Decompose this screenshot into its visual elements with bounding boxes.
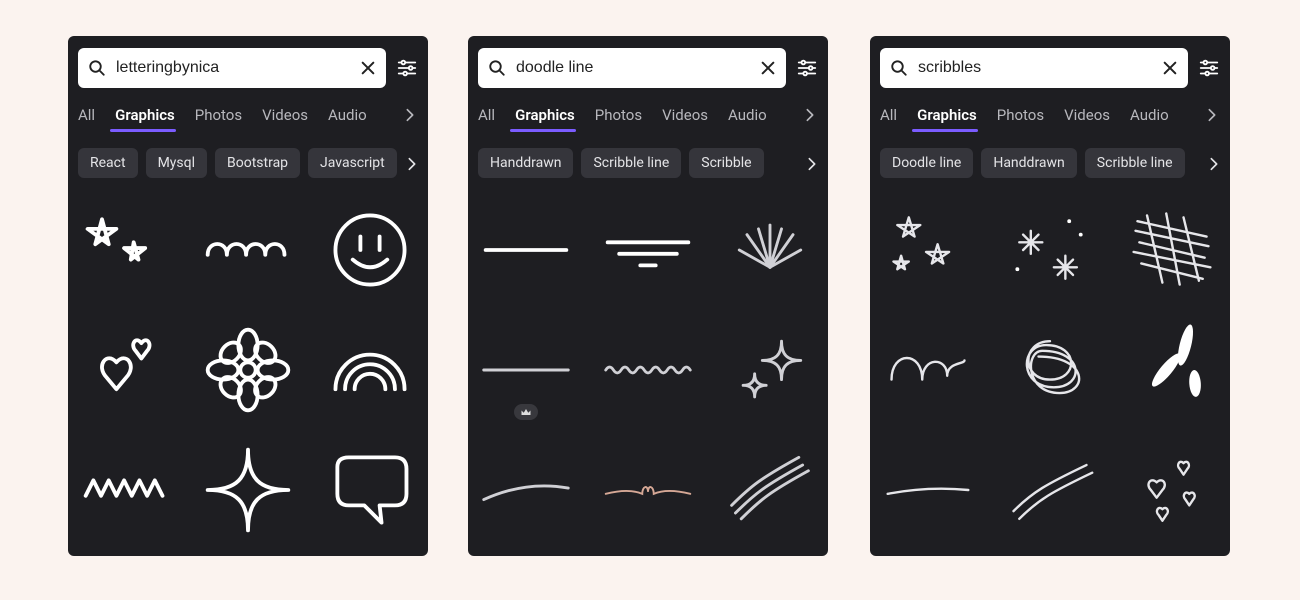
search-panel-1: All Graphics Photos Videos Audio React M…	[68, 36, 428, 556]
search-icon	[488, 59, 506, 77]
tab-graphics[interactable]: Graphics	[115, 106, 175, 124]
result-heart-line[interactable]	[600, 442, 696, 538]
tab-graphics[interactable]: Graphics	[917, 106, 977, 124]
chevron-right-icon[interactable]	[1204, 107, 1220, 123]
results-grid	[478, 202, 818, 538]
chevron-right-icon[interactable]	[802, 107, 818, 123]
result-wave-lines[interactable]	[722, 442, 818, 538]
result-loop-doodle[interactable]	[200, 202, 296, 298]
search-input[interactable]	[514, 58, 760, 78]
result-thin-line[interactable]	[478, 322, 574, 418]
suggestion-chips: React Mysql Bootstrap Javascript	[78, 148, 418, 178]
clear-icon[interactable]	[1162, 60, 1178, 76]
tab-videos[interactable]: Videos	[1064, 106, 1110, 124]
result-sketchy-stars[interactable]	[880, 202, 976, 298]
tab-all[interactable]: All	[478, 106, 495, 124]
search-input[interactable]	[916, 58, 1162, 78]
tab-audio[interactable]: Audio	[728, 106, 767, 124]
search-panel-2: All Graphics Photos Videos Audio Handdra…	[468, 36, 828, 556]
result-squiggle-line[interactable]	[600, 322, 696, 418]
chip[interactable]: Bootstrap	[215, 148, 300, 178]
tab-videos[interactable]: Videos	[662, 106, 708, 124]
filter-button[interactable]	[396, 57, 418, 79]
search-input[interactable]	[114, 58, 360, 78]
tab-photos[interactable]: Photos	[595, 106, 642, 124]
result-hatch-scribble[interactable]	[1124, 202, 1220, 298]
clear-icon[interactable]	[360, 60, 376, 76]
tab-audio[interactable]: Audio	[1130, 106, 1169, 124]
chip[interactable]: React	[78, 148, 138, 178]
category-tabs: All Graphics Photos Videos Audio	[78, 106, 418, 124]
result-sparkle-stars[interactable]	[722, 322, 818, 418]
result-flower-doodle[interactable]	[200, 322, 296, 418]
result-curly-loop[interactable]	[880, 322, 976, 418]
result-tangle-ball[interactable]	[1002, 322, 1098, 418]
chip[interactable]: Handdrawn	[981, 148, 1076, 178]
result-double-underline[interactable]	[600, 202, 696, 298]
category-tabs: All Graphics Photos Videos Audio	[880, 106, 1220, 124]
search-icon	[890, 59, 908, 77]
search-row	[880, 48, 1220, 88]
chip[interactable]: Javascript	[308, 148, 397, 178]
search-box[interactable]	[880, 48, 1188, 88]
search-box[interactable]	[78, 48, 386, 88]
chip[interactable]: Scribble line	[581, 148, 681, 178]
chip[interactable]: Handdrawn	[478, 148, 573, 178]
result-swoosh-line[interactable]	[478, 442, 574, 538]
result-dash-burst[interactable]	[1124, 322, 1220, 418]
tab-photos[interactable]: Photos	[997, 106, 1044, 124]
tab-all[interactable]: All	[78, 106, 95, 124]
tab-graphics[interactable]: Graphics	[515, 106, 575, 124]
result-brush-line[interactable]	[478, 202, 574, 298]
chip[interactable]: Scribble	[689, 148, 763, 178]
search-box[interactable]	[478, 48, 786, 88]
result-sparkle-dots[interactable]	[1002, 202, 1098, 298]
chip[interactable]: Scribble line	[1085, 148, 1185, 178]
filter-button[interactable]	[796, 57, 818, 79]
tab-underline	[110, 129, 176, 132]
result-smiley-face[interactable]	[322, 202, 418, 298]
search-icon	[88, 59, 106, 77]
chip[interactable]: Mysql	[146, 148, 207, 178]
results-grid	[78, 202, 418, 538]
result-rainbow-doodle[interactable]	[322, 322, 418, 418]
suggestion-chips: Doodle line Handdrawn Scribble line	[880, 148, 1220, 178]
result-flowing-lines[interactable]	[1002, 442, 1098, 538]
results-grid	[880, 202, 1220, 538]
search-row	[478, 48, 818, 88]
filter-button[interactable]	[1198, 57, 1220, 79]
search-panel-3: All Graphics Photos Videos Audio Doodle …	[870, 36, 1230, 556]
tab-photos[interactable]: Photos	[195, 106, 242, 124]
result-brush-stroke[interactable]	[880, 442, 976, 538]
tab-all[interactable]: All	[880, 106, 897, 124]
chevron-right-icon[interactable]	[1206, 156, 1222, 172]
clear-icon[interactable]	[760, 60, 776, 76]
result-sparkle-diamond[interactable]	[200, 442, 296, 538]
result-hearts-cluster[interactable]	[1124, 442, 1220, 538]
chip[interactable]: Doodle line	[880, 148, 973, 178]
result-burst-lines[interactable]	[722, 202, 818, 298]
suggestion-chips: Handdrawn Scribble line Scribble	[478, 148, 818, 178]
search-row	[78, 48, 418, 88]
chevron-right-icon[interactable]	[402, 107, 418, 123]
chevron-right-icon[interactable]	[404, 156, 420, 172]
result-stars-doodle[interactable]	[78, 202, 174, 298]
tab-videos[interactable]: Videos	[262, 106, 308, 124]
result-speech-bubble[interactable]	[322, 442, 418, 538]
tab-underline	[912, 129, 978, 132]
category-tabs: All Graphics Photos Videos Audio	[478, 106, 818, 124]
premium-crown-icon	[514, 404, 538, 420]
result-hearts-doodle[interactable]	[78, 322, 174, 418]
tab-audio[interactable]: Audio	[328, 106, 367, 124]
chevron-right-icon[interactable]	[804, 156, 820, 172]
tab-underline	[510, 129, 576, 132]
result-zigzag-doodle[interactable]	[78, 442, 174, 538]
